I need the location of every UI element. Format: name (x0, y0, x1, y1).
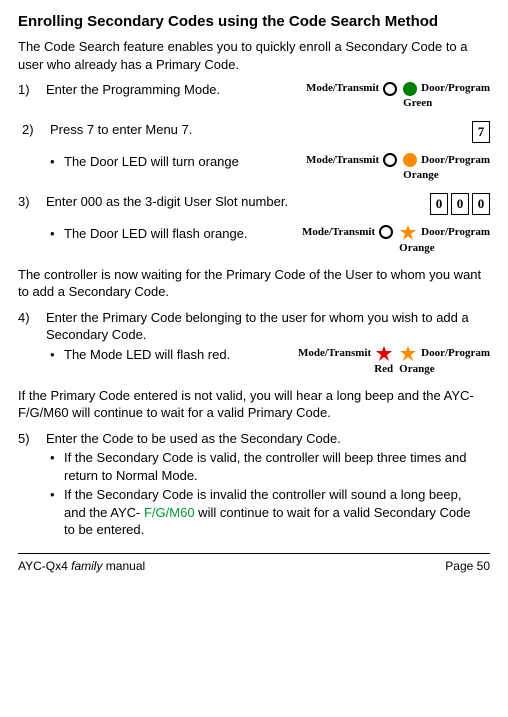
step-text: Enter the Primary Code belonging to the … (46, 309, 490, 344)
mode-label: Mode/Transmit (302, 225, 375, 240)
step-5: 5) Enter the Code to be used as the Seco… (18, 430, 490, 448)
door-label: Door/Program (421, 81, 490, 96)
step-text: Enter the Programming Mode. (46, 81, 306, 99)
step-1: 1) Enter the Programming Mode. Mode/Tran… (18, 81, 490, 111)
step-number: 3) (18, 193, 46, 211)
led-flash-orange-icon (399, 346, 417, 362)
step-number: 2) (22, 121, 50, 139)
key-7: 7 (472, 121, 490, 143)
step-2: 2) Press 7 to enter Menu 7. 7 (22, 121, 490, 143)
key-0: 0 (472, 193, 490, 215)
mode-label: Mode/Transmit (298, 346, 371, 361)
bullet-text: If the Secondary Code is valid, the cont… (64, 449, 490, 484)
waiting-text: The controller is now waiting for the Pr… (18, 266, 490, 301)
led-green-icon (403, 82, 417, 96)
bullet-text: If the Secondary Code is invalid the con… (64, 486, 490, 539)
color-label: Green (403, 96, 432, 111)
bullet-icon: • (46, 346, 64, 364)
bullet-text: The Mode LED will flash red. (64, 346, 298, 364)
ring-icon (383, 153, 397, 167)
step-5-bullet-1: • If the Secondary Code is valid, the co… (18, 449, 490, 484)
footer-left: AYC-Qx4 family manual (18, 558, 145, 574)
bullet-icon: • (46, 153, 64, 171)
led-indicator: Mode/Transmit Door/Program Green (306, 81, 490, 111)
step-text: Press 7 to enter Menu 7. (50, 121, 472, 139)
led-flash-red-icon (375, 346, 393, 362)
door-label: Door/Program (421, 225, 490, 240)
step-4-bullet: • The Mode LED will flash red. Mode/Tran… (18, 346, 490, 377)
step-3-bullet: • The Door LED will flash orange. Mode/T… (18, 225, 490, 256)
mode-label: Mode/Transmit (306, 81, 379, 96)
key-indicator: 0 0 0 (430, 193, 490, 215)
led-indicator: Mode/Transmit Door/Program Orange (302, 225, 490, 256)
bullet-icon: • (46, 225, 64, 243)
led-orange-icon (403, 153, 417, 167)
page-title: Enrolling Secondary Codes using the Code… (18, 12, 490, 32)
bullet-icon: • (46, 486, 64, 504)
step-3: 3) Enter 000 as the 3-digit User Slot nu… (18, 193, 490, 215)
invalid-text: If the Primary Code entered is not valid… (18, 387, 490, 422)
step-4: 4) Enter the Primary Code belonging to t… (18, 309, 490, 344)
step-text: Enter 000 as the 3-digit User Slot numbe… (46, 193, 430, 211)
led-indicator: Mode/Transmit Door/Program Orange (306, 153, 490, 183)
bullet-text: The Door LED will turn orange (64, 153, 306, 171)
ring-icon (379, 225, 393, 239)
color-label: Orange (399, 362, 434, 377)
step-number: 4) (18, 309, 46, 327)
key-0: 0 (430, 193, 448, 215)
ring-icon (383, 82, 397, 96)
step-number: 1) (18, 81, 46, 99)
intro-text: The Code Search feature enables you to q… (18, 38, 490, 73)
color-label: Orange (399, 241, 434, 256)
door-label: Door/Program (421, 346, 490, 361)
led-flash-orange-icon (399, 225, 417, 241)
color-label: Orange (403, 168, 438, 183)
step-5-bullet-2: • If the Secondary Code is invalid the c… (18, 486, 490, 539)
door-label: Door/Program (421, 153, 490, 168)
key-0: 0 (451, 193, 469, 215)
bullet-icon: • (46, 449, 64, 467)
model-code: F/G/M60 (144, 505, 195, 520)
footer-page: Page 50 (445, 558, 490, 574)
mode-label: Mode/Transmit (306, 153, 379, 168)
bullet-text: The Door LED will flash orange. (64, 225, 302, 243)
footer: AYC-Qx4 family manual Page 50 (18, 553, 490, 574)
key-indicator: 7 (472, 121, 490, 143)
led-indicator: Mode/Transmit Red Door/Program Orange (298, 346, 490, 377)
step-2-bullet: • The Door LED will turn orange Mode/Tra… (18, 153, 490, 183)
color-label: Red (374, 362, 393, 377)
step-number: 5) (18, 430, 46, 448)
step-text: Enter the Code to be used as the Seconda… (46, 430, 490, 448)
